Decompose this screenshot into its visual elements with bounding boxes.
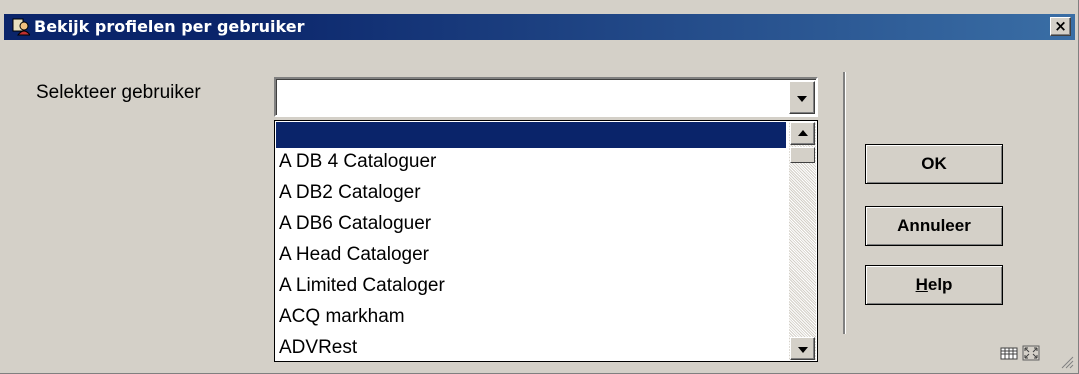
title-bar: Bekijk profielen per gebruiker ×: [4, 14, 1075, 40]
chevron-up-icon: [797, 129, 808, 136]
chevron-down-icon: [797, 95, 807, 102]
list-item[interactable]: A DB6 Cataloguer: [276, 211, 786, 237]
help-button-mnemonic: H: [915, 275, 928, 294]
list-item[interactable]: A DB 4 Cataloguer: [276, 149, 786, 175]
help-button[interactable]: Help: [865, 265, 1003, 305]
scrollbar-thumb[interactable]: [790, 147, 815, 163]
ok-button[interactable]: OK: [865, 144, 1003, 184]
resize-grip-icon[interactable]: [1060, 355, 1074, 369]
help-button-label: elp: [927, 275, 953, 294]
list-item[interactable]: ACQ markham: [276, 304, 786, 330]
list-item[interactable]: ADVRest: [276, 335, 786, 361]
user-profile-icon: [12, 18, 30, 36]
vertical-divider: [843, 72, 846, 334]
resize-window-icon[interactable]: [1022, 345, 1040, 361]
close-button[interactable]: ×: [1050, 17, 1071, 36]
scroll-down-button[interactable]: [790, 337, 815, 360]
user-dropdown-list[interactable]: A DB 4 Cataloguer A DB2 Cataloger A DB6 …: [274, 120, 818, 362]
list-item[interactable]: [276, 122, 786, 148]
scroll-up-button[interactable]: [790, 122, 815, 145]
list-item[interactable]: A Limited Cataloger: [276, 273, 786, 299]
keyboard-icon[interactable]: [1000, 345, 1018, 361]
dialog-window: Bekijk profielen per gebruiker × Selekte…: [0, 0, 1079, 374]
chevron-down-icon: [797, 346, 808, 353]
window-title: Bekijk profielen per gebruiker: [34, 17, 305, 36]
vertical-scrollbar[interactable]: [789, 122, 816, 360]
cancel-button[interactable]: Annuleer: [865, 206, 1003, 246]
list-item[interactable]: A DB2 Cataloger: [276, 180, 786, 206]
user-select-combobox[interactable]: [274, 77, 818, 117]
user-select-label: Selekteer gebruiker: [36, 82, 201, 103]
list-item[interactable]: A Head Cataloger: [276, 242, 786, 268]
dropdown-toggle-button[interactable]: [789, 81, 815, 114]
